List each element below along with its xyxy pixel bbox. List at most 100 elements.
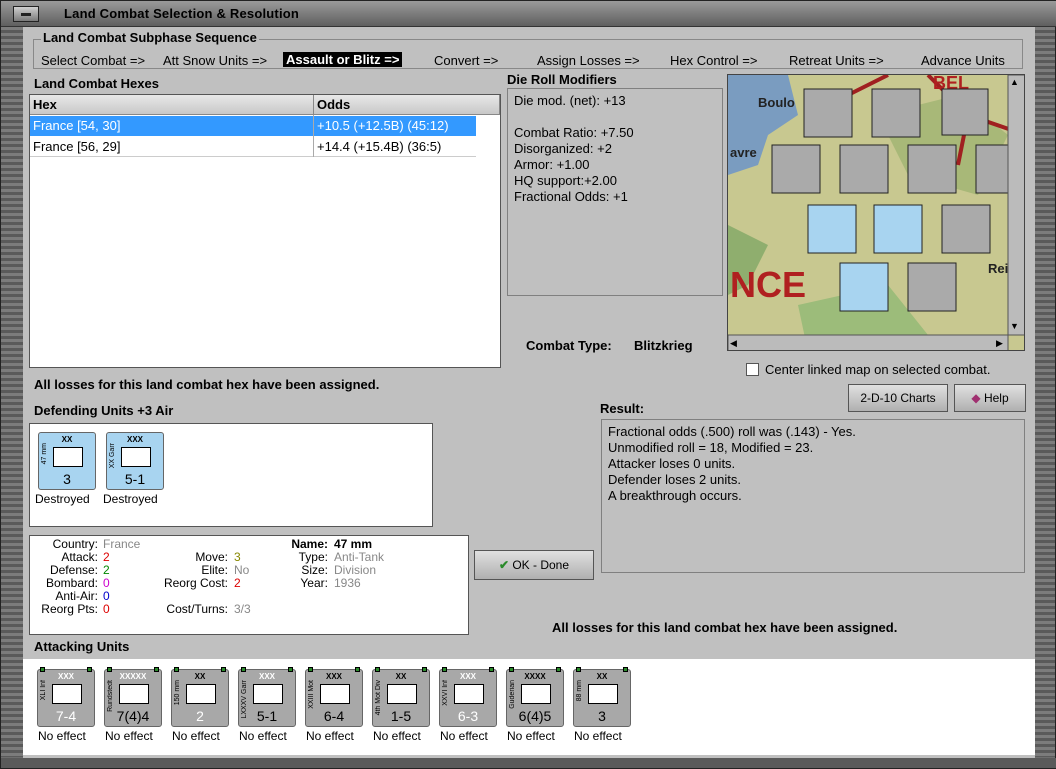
phase-sequence-label: Land Combat Subphase Sequence	[41, 30, 259, 45]
column-divider	[313, 115, 314, 157]
dialog-content: Land Combat Subphase Sequence Select Com…	[23, 27, 1035, 761]
phase-att-snow[interactable]: Att Snow Units =>	[163, 53, 267, 68]
details-keys-col2: Move: Elite: Reorg Cost: Cost/Turns:	[164, 551, 228, 616]
details-vals-col1: France 2 2 0 0 0	[103, 538, 140, 616]
defending-unit[interactable]: XXX XX Garr 5-1	[106, 432, 164, 490]
unit-name: XXVI Inf	[442, 680, 449, 706]
unit-value: 6-4	[323, 708, 345, 724]
unit-value: 2	[196, 708, 204, 724]
system-menu-button[interactable]	[13, 6, 39, 22]
hexes-title: Land Combat Hexes	[34, 76, 159, 91]
title-bar: Land Combat Selection & Resolution	[1, 1, 1056, 27]
map-town-havre: avre	[730, 145, 757, 160]
modifier-line	[514, 109, 716, 125]
result-title: Result:	[600, 401, 645, 416]
unit-value: 3	[63, 471, 71, 487]
attacking-unit[interactable]: XXX XXIII Mot 6-4	[305, 667, 363, 727]
unit-value: 6(4)5	[518, 708, 552, 724]
check-icon: ✔	[498, 558, 509, 572]
attacking-result: No effect	[574, 729, 622, 743]
attacking-result: No effect	[373, 729, 421, 743]
linked-map[interactable]: Boulo avre NCE Rei BEL ▲ ▼ ◀ ▶	[727, 74, 1025, 351]
unit-details-panel: Country: Attack: Defense: Bombard: Anti-…	[29, 535, 469, 635]
losses-message: All losses for this land combat hex have…	[34, 377, 380, 392]
modifier-line: Fractional Odds: +1	[514, 189, 628, 204]
help-button[interactable]: ◆ Help	[954, 384, 1026, 412]
attacking-unit[interactable]: XX 150 mm 2	[171, 667, 229, 727]
unit-name: XXIII Mot	[308, 680, 315, 709]
attacking-panel: XXX XLI Inf 7-4 No effect XXXXX Rundstedt 7(…	[23, 659, 1035, 755]
modifier-line: Armor: +1.00	[514, 157, 590, 172]
defending-unit[interactable]: XX 47 mm 3	[38, 432, 96, 490]
attacking-unit[interactable]: XX 4th Mot Div 1-5	[372, 667, 430, 727]
attacking-result: No effect	[507, 729, 555, 743]
attacking-unit[interactable]: XXX XXVI Inf 6-3	[439, 667, 497, 727]
scroll-left-icon[interactable]: ◀	[730, 338, 737, 349]
attacking-unit[interactable]: XXXXX Rundstedt 7(4)4	[104, 667, 162, 727]
combat-type-value: Blitzkrieg	[634, 338, 693, 353]
result-line: A breakthrough occurs.	[608, 488, 742, 503]
anti-aircraft-icon	[588, 684, 618, 704]
scroll-down-icon[interactable]: ▼	[1010, 321, 1019, 331]
phase-select-combat[interactable]: Select Combat =>	[41, 53, 145, 68]
unit-value: 6-3	[457, 708, 479, 724]
garrison-icon	[253, 684, 283, 704]
window: Land Combat Selection & Resolution Land …	[0, 0, 1056, 769]
attacking-unit[interactable]: XXX LXXXV Garr 5-1	[238, 667, 296, 727]
cost-turns-key: Cost/Turns:	[166, 602, 228, 616]
odds-cell: +14.4 (+15.4B) (36:5)	[317, 139, 442, 154]
attacking-result: No effect	[105, 729, 153, 743]
unit-value: 5-1	[124, 471, 146, 487]
phase-assault-blitz[interactable]: Assault or Blitz =>	[283, 52, 403, 67]
unit-name: XLI Inf	[40, 680, 47, 701]
center-map-checkbox[interactable]	[746, 363, 759, 376]
attacking-result: No effect	[239, 729, 287, 743]
defending-result: Destroyed	[103, 492, 158, 506]
scroll-right-icon[interactable]: ▶	[996, 338, 1003, 349]
result-line: Fractional odds (.500) roll was (.143) -…	[608, 424, 856, 439]
phase-advance-units[interactable]: Advance Units	[921, 53, 1005, 68]
table-row[interactable]: France [56, 29] +14.4 (+15.4B) (36:5)	[30, 137, 476, 157]
details-keys-col3: Name: Type: Size: Year:	[291, 538, 328, 590]
reorg-pts-value: 0	[103, 602, 110, 616]
reorg-pts-key: Reorg Pts:	[41, 602, 98, 616]
scroll-up-icon[interactable]: ▲	[1010, 77, 1019, 87]
phase-hex-control[interactable]: Hex Control =>	[670, 53, 757, 68]
window-title: Land Combat Selection & Resolution	[64, 6, 300, 21]
modifiers-title: Die Roll Modifiers	[507, 72, 617, 87]
left-frame	[1, 27, 23, 757]
center-map-label: Center linked map on selected combat.	[765, 362, 991, 377]
attacking-unit[interactable]: XX 88 mm 3	[573, 667, 631, 727]
defending-result: Destroyed	[35, 492, 90, 506]
modifier-line: Die mod. (net): +13	[514, 93, 626, 108]
col-header-hex[interactable]: Hex	[30, 95, 314, 115]
table-row[interactable]: France [54, 30] +10.5 (+12.5B) (45:12)	[30, 116, 476, 136]
ok-label: OK - Done	[512, 558, 570, 572]
result-line: Unmodified roll = 18, Modified = 23.	[608, 440, 814, 455]
attacking-unit[interactable]: XXX XLI Inf 7-4	[37, 667, 95, 727]
losses-message-2: All losses for this land combat hex have…	[552, 620, 898, 635]
unit-value: 7(4)4	[116, 708, 150, 724]
charts-button[interactable]: 2-D-10 Charts	[848, 384, 948, 412]
infantry-icon	[454, 684, 484, 704]
col-header-odds[interactable]: Odds	[314, 95, 500, 115]
attacking-unit[interactable]: XXXX Guderian 6(4)5	[506, 667, 564, 727]
attacking-result: No effect	[440, 729, 488, 743]
armor-icon	[521, 684, 551, 704]
unit-name: XX Garr	[109, 443, 116, 469]
phase-assign-losses[interactable]: Assign Losses =>	[537, 53, 640, 68]
cost-turns-value: 3/3	[234, 602, 251, 616]
combat-type-label: Combat Type:	[526, 338, 612, 353]
attacking-title: Attacking Units	[34, 639, 130, 654]
unit-value: 3	[598, 708, 606, 724]
phase-retreat-units[interactable]: Retreat Units =>	[789, 53, 884, 68]
map-town-boulogne: Boulo	[758, 95, 795, 110]
ok-done-button[interactable]: ✔ OK - Done	[474, 550, 594, 580]
phase-convert[interactable]: Convert =>	[434, 53, 498, 68]
help-book-icon: ◆	[971, 391, 981, 405]
unit-name: 88 mm	[576, 680, 583, 702]
unit-name: 150 mm	[174, 680, 181, 706]
bottom-frame	[1, 758, 1056, 768]
details-vals-col3: 47 mm Anti-Tank Division 1936	[334, 538, 384, 590]
hex-cell: France [54, 30]	[33, 118, 121, 133]
